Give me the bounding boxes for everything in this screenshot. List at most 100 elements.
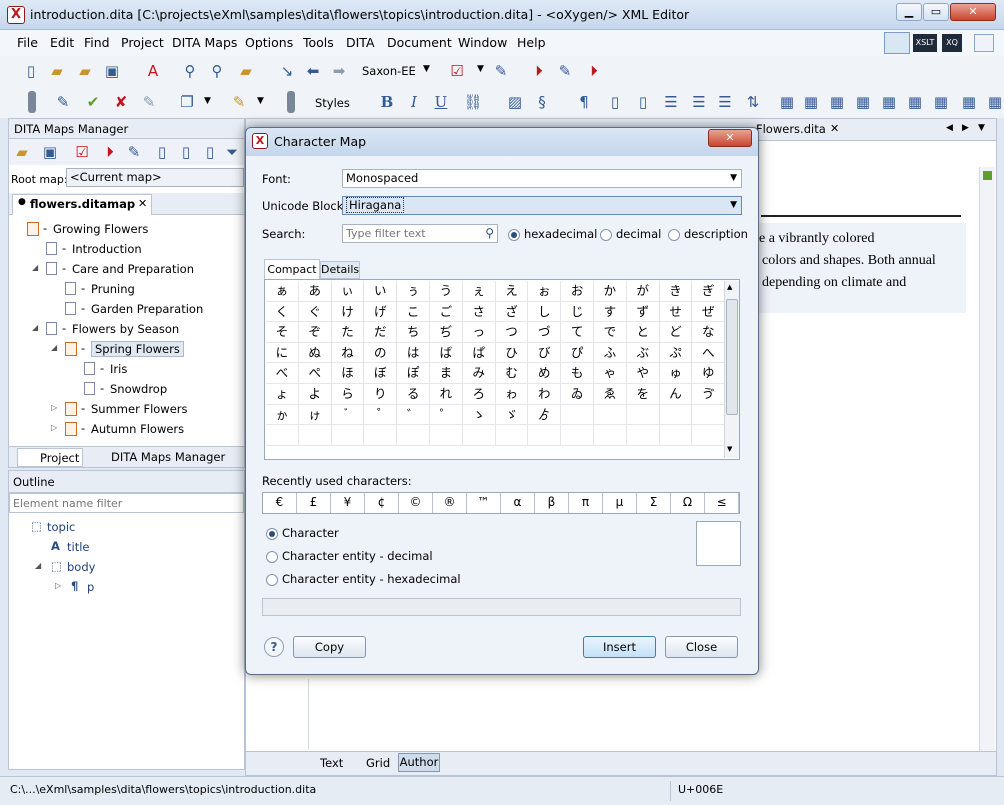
character-cell[interactable]: ゃ: [594, 363, 627, 384]
delete-row-icon[interactable]: ▦: [852, 91, 874, 113]
menu-dita-maps[interactable]: DITA Maps: [172, 35, 237, 50]
tab-flowers-dita[interactable]: Flowers.dita: [756, 122, 826, 136]
menu-window[interactable]: Window: [458, 35, 507, 50]
root-map-select[interactable]: <Current map>: [66, 168, 244, 187]
character-cell[interactable]: [364, 425, 398, 446]
character-cell[interactable]: っ: [462, 322, 496, 343]
character-cell[interactable]: ぐ: [298, 301, 332, 323]
character-cell[interactable]: ぼ: [364, 363, 398, 384]
character-cell[interactable]: [495, 425, 529, 446]
character-cell[interactable]: き: [659, 281, 693, 302]
character-cell[interactable]: [594, 425, 627, 446]
previous-tab-icon[interactable]: ◀: [946, 123, 953, 133]
character-cell[interactable]: で: [594, 322, 627, 343]
recent-character-cell[interactable]: ©: [399, 493, 433, 513]
recent-character-cell[interactable]: β: [535, 493, 569, 513]
character-cell[interactable]: [430, 425, 463, 446]
section-icon[interactable]: §: [531, 91, 553, 113]
menu-project[interactable]: Project: [121, 35, 164, 50]
insert-cross-ref-icon[interactable]: ▯: [604, 91, 626, 113]
tab-grid-mode[interactable]: Grid: [366, 756, 390, 770]
character-cell[interactable]: ゔ: [692, 384, 724, 405]
radio-description[interactable]: description: [668, 227, 748, 241]
character-cell[interactable]: ば: [430, 342, 463, 364]
insert-button[interactable]: Insert: [583, 636, 656, 658]
character-cell[interactable]: ぞ: [298, 322, 332, 343]
apply-transformation-icon[interactable]: ⏵: [528, 60, 550, 82]
author-perspective-icon[interactable]: [884, 32, 910, 54]
save-map-icon[interactable]: ▣: [39, 141, 61, 163]
character-cell[interactable]: な: [692, 322, 724, 343]
character-cell[interactable]: お: [561, 281, 594, 302]
configure-validation-icon[interactable]: ✎: [490, 60, 512, 82]
character-cell[interactable]: ぷ: [659, 342, 693, 364]
character-cell[interactable]: ぃ: [331, 281, 365, 302]
character-cell[interactable]: ゆ: [692, 363, 724, 384]
character-cell[interactable]: ぇ: [462, 281, 496, 302]
radio-hexadecimal[interactable]: hexadecimal: [508, 227, 597, 241]
character-cell[interactable]: ぁ: [266, 281, 299, 302]
join-cells-icon[interactable]: ▦: [958, 91, 980, 113]
accept-change-icon[interactable]: ✔: [82, 91, 104, 113]
character-cell[interactable]: ぽ: [397, 363, 430, 384]
tab-author-mode[interactable]: Author: [398, 753, 440, 772]
delete-column-icon[interactable]: ▦: [904, 91, 926, 113]
character-cell[interactable]: ゖ: [298, 404, 332, 426]
copy-button[interactable]: Copy: [293, 636, 366, 658]
character-cell[interactable]: [462, 425, 496, 446]
character-cell[interactable]: ひ: [495, 342, 529, 364]
character-cell[interactable]: ゚: [364, 404, 398, 426]
insert-reference-icon[interactable]: ▯: [199, 141, 221, 163]
split-cells-icon[interactable]: ▦: [984, 91, 1004, 113]
character-cell[interactable]: げ: [364, 301, 398, 323]
menu-dita[interactable]: DITA: [346, 35, 375, 50]
expand-toggle-icon[interactable]: ◢: [32, 323, 42, 332]
insert-image-icon[interactable]: ▨: [504, 91, 526, 113]
expand-toggle-icon[interactable]: ▷: [55, 581, 65, 590]
menu-help[interactable]: Help: [517, 35, 546, 50]
character-cell[interactable]: ず: [626, 301, 660, 323]
italic-icon[interactable]: I: [403, 91, 425, 113]
character-cell[interactable]: る: [397, 384, 430, 405]
character-cell[interactable]: の: [364, 342, 398, 364]
new-file-icon[interactable]: ▯: [20, 60, 42, 82]
recent-character-cell[interactable]: £: [297, 493, 331, 513]
character-cell[interactable]: ま: [430, 363, 463, 384]
character-cell[interactable]: も: [561, 363, 594, 384]
expand-toggle-icon[interactable]: ◢: [51, 343, 61, 352]
insert-row-above-icon[interactable]: ▦: [826, 91, 848, 113]
expand-toggle-icon[interactable]: ◢: [35, 561, 45, 570]
character-cell[interactable]: こ: [397, 301, 430, 323]
chevron-down-icon[interactable]: ▼: [204, 96, 211, 106]
character-cell[interactable]: わ: [528, 384, 562, 405]
character-cell[interactable]: た: [331, 322, 365, 343]
recent-character-cell[interactable]: Σ: [637, 493, 671, 513]
reject-change-icon[interactable]: ✘: [110, 91, 132, 113]
edit-properties-icon[interactable]: ▯: [151, 141, 173, 163]
map-tree-item[interactable]: ◢ - Care and Preparation: [9, 259, 244, 279]
character-cell[interactable]: く: [266, 301, 299, 323]
tab-details[interactable]: Details: [320, 261, 360, 279]
insert-key-ref-icon[interactable]: ▯: [632, 91, 654, 113]
map-tree-item[interactable]: - Garden Preparation: [9, 299, 244, 319]
map-tree-item[interactable]: ▷ - Summer Flowers: [9, 399, 244, 419]
character-cell[interactable]: ぅ: [397, 281, 430, 302]
recent-character-cell[interactable]: ®: [433, 493, 467, 513]
comment-icon[interactable]: ✎: [138, 91, 160, 113]
character-cell[interactable]: [331, 425, 365, 446]
character-cell[interactable]: ぺ: [298, 363, 332, 384]
character-cell[interactable]: [659, 425, 693, 446]
character-cell[interactable]: あ: [298, 281, 332, 302]
search-input[interactable]: [346, 227, 476, 240]
character-cell[interactable]: [561, 404, 594, 426]
character-cell[interactable]: べ: [266, 363, 299, 384]
character-cell[interactable]: が: [626, 281, 660, 302]
outline-item[interactable]: ◢ ⬚ body: [9, 557, 244, 577]
chevron-down-icon[interactable]: ▼: [257, 96, 264, 106]
close-button[interactable]: Close: [665, 636, 738, 658]
close-window-button[interactable]: ✕: [950, 3, 996, 21]
character-cell[interactable]: ゝ: [462, 404, 496, 426]
character-cell[interactable]: [626, 404, 660, 426]
character-cell[interactable]: ゞ: [495, 404, 529, 426]
expand-toggle-icon[interactable]: ▷: [51, 423, 61, 432]
